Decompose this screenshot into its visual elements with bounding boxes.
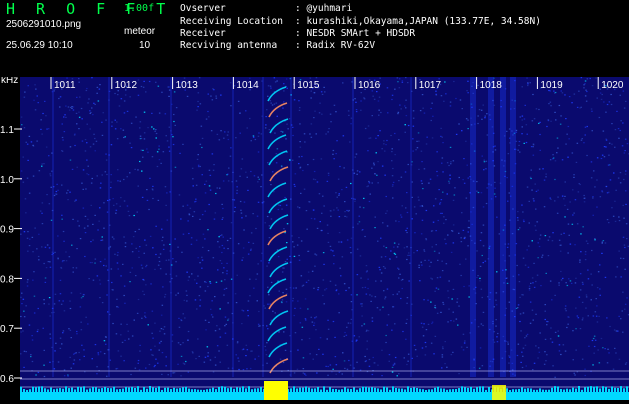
x-tick-label: 1013	[176, 80, 199, 91]
antenna-value: : Radix RV-62V	[295, 40, 375, 51]
spectrogram-background	[20, 77, 629, 400]
receiver-label: Receiver	[180, 28, 295, 39]
y-tick-label: 0.9	[0, 225, 14, 236]
observer-label: Ovserver	[180, 3, 295, 14]
spectrogram-panel: 1011 1012 1013 1014 1015 1016 1017 1018 1019 1020…	[0, 77, 629, 400]
receiver-row: Receiver: NESDR SMArt + HDSDR	[180, 28, 415, 39]
antenna-row: Recviving antenna: Radix RV-62V	[180, 40, 375, 51]
antenna-label: Recviving antenna	[180, 40, 295, 51]
y-tick-label: 0.7	[0, 324, 14, 335]
spectrogram-canvas: 1011 1012 1013 1014 1015 1016 1017 1018 1019 1020…	[0, 77, 629, 400]
x-tick-label: 1020	[601, 80, 624, 91]
receiver-value: : NESDR SMArt + HDSDR	[295, 28, 415, 39]
x-tick-label: 1011	[54, 80, 76, 91]
mode-label: meteor	[124, 26, 155, 37]
x-tick-label: 1012	[115, 80, 138, 91]
location-label: Receiving Location	[180, 16, 295, 27]
y-tick-label: 1.0	[0, 175, 14, 186]
y-tick-label: 0.8	[0, 274, 14, 285]
location-row: Receiving Location: kurashiki,Okayama,JA…	[180, 16, 541, 27]
location-value: : kurashiki,Okayama,JAPAN (133.77E, 34.5…	[295, 16, 541, 27]
y-tick-label: 0.6	[0, 374, 14, 385]
x-tick-label: 1015	[297, 80, 320, 91]
y-axis-unit: kHz	[1, 77, 18, 86]
x-tick-label: 1018	[480, 80, 503, 91]
count-label: 10	[139, 40, 150, 51]
x-tick-label: 1017	[419, 80, 442, 91]
x-tick-label: 1016	[358, 80, 381, 91]
x-tick-label: 1019	[540, 80, 563, 91]
header-panel: H R O F F T 1.00f 2506291010.png meteor …	[0, 0, 629, 75]
y-tick-label: 1.1	[0, 125, 14, 136]
filename-label: 2506291010.png	[6, 19, 81, 30]
datetime-label: 25.06.29 10:10	[6, 40, 73, 51]
observer-value: : @yuhmari	[295, 3, 352, 14]
x-tick-label: 1014	[236, 80, 259, 91]
observer-row: Ovserver: @yuhmari	[180, 3, 352, 14]
version-label: 1.00f	[124, 3, 154, 14]
